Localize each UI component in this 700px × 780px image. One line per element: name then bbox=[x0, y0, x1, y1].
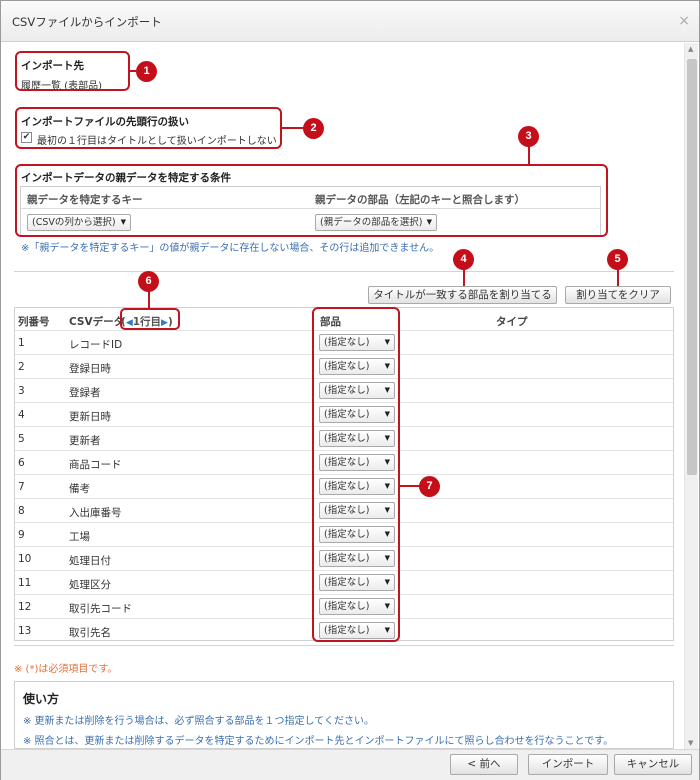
howto-line-1: ※ 更新または削除を行う場合は、必ず照合する部品を１つ指定してください。 bbox=[23, 716, 374, 727]
callout-box-2 bbox=[15, 107, 282, 149]
clear-assign-button[interactable]: 割り当てをクリア bbox=[565, 286, 671, 304]
col-no-cell: 11 bbox=[18, 577, 32, 589]
col-no-cell: 6 bbox=[18, 457, 25, 469]
section-divider bbox=[14, 645, 674, 646]
col-no-cell: 13 bbox=[18, 625, 32, 637]
callout-line-3 bbox=[528, 146, 530, 164]
cancel-button[interactable]: キャンセル bbox=[614, 754, 692, 775]
col-no-cell: 9 bbox=[18, 529, 25, 541]
parent-key-note: ※「親データを特定するキー」の値が親データに存在しない場合、その行は追加できませ… bbox=[21, 243, 440, 254]
col-no-cell: 7 bbox=[18, 481, 25, 493]
callout-box-7 bbox=[312, 307, 400, 642]
col-no-cell: 1 bbox=[18, 337, 25, 349]
col-no-header: 列番号 bbox=[18, 316, 50, 328]
back-button[interactable]: < 前へ bbox=[450, 754, 518, 775]
col-no-cell: 3 bbox=[18, 385, 25, 397]
callout-line-4 bbox=[463, 269, 465, 286]
scroll-down-icon[interactable]: ▼ bbox=[688, 739, 693, 747]
howto-panel: 使い方 ※ 更新または削除を行う場合は、必ず照合する部品を１つ指定してください。… bbox=[14, 681, 674, 749]
callout-line-5 bbox=[617, 269, 619, 286]
required-note: ※ (*)は必須項目です。 bbox=[14, 664, 118, 675]
dialog-footer: < 前へ インポート キャンセル bbox=[1, 749, 699, 780]
callout-line-2 bbox=[282, 127, 304, 129]
type-header: タイプ bbox=[496, 316, 528, 328]
vertical-scrollbar[interactable]: ▲ ▼ bbox=[684, 43, 698, 749]
col-no-cell: 2 bbox=[18, 361, 25, 373]
col-no-cell: 4 bbox=[18, 409, 25, 421]
callout-badge-3: 3 bbox=[518, 126, 539, 147]
col-no-cell: 8 bbox=[18, 505, 25, 517]
col-no-cell: 10 bbox=[18, 553, 32, 565]
callout-badge-7: 7 bbox=[419, 476, 440, 497]
dialog-title: CSVファイルからインポート bbox=[12, 15, 162, 29]
section-divider bbox=[14, 271, 674, 272]
import-dialog: CSVファイルからインポート × インポート先 履歴一覧 (表部品) インポート… bbox=[0, 0, 700, 780]
csv-data-cell: 取引先名 bbox=[69, 627, 111, 639]
callout-box-1 bbox=[15, 51, 130, 91]
csv-data-cell: 更新者 bbox=[69, 435, 101, 447]
assign-matching-button[interactable]: タイトルが一致する部品を割り当てる bbox=[368, 286, 557, 304]
import-button[interactable]: インポート bbox=[528, 754, 608, 775]
howto-title: 使い方 bbox=[23, 692, 60, 706]
scrollbar-thumb[interactable] bbox=[687, 59, 697, 475]
scroll-up-icon[interactable]: ▲ bbox=[688, 45, 693, 53]
csv-data-cell: レコードID bbox=[69, 339, 123, 351]
callout-badge-5: 5 bbox=[607, 249, 628, 270]
csv-data-cell: 工場 bbox=[69, 531, 90, 543]
col-no-cell: 5 bbox=[18, 433, 25, 445]
callout-line-7 bbox=[400, 485, 420, 487]
callout-line-6 bbox=[148, 291, 150, 308]
callout-badge-2: 2 bbox=[303, 118, 324, 139]
dialog-titlebar: CSVファイルからインポート × bbox=[1, 1, 699, 42]
csv-data-cell: 更新日時 bbox=[69, 411, 111, 423]
csv-data-cell: 処理区分 bbox=[69, 579, 111, 591]
csv-data-cell: 商品コード bbox=[69, 459, 122, 471]
howto-line-2: ※ 照合とは、更新または削除するデータを特定するためにインポート先とインポートフ… bbox=[23, 736, 614, 747]
callout-box-6 bbox=[120, 308, 180, 330]
csv-data-cell: 登録日時 bbox=[69, 363, 111, 375]
csv-data-cell: 取引先コード bbox=[69, 603, 132, 615]
callout-badge-6: 6 bbox=[138, 271, 159, 292]
csv-data-cell: 処理日付 bbox=[69, 555, 111, 567]
callout-box-3 bbox=[15, 164, 608, 237]
csv-data-header: CSVデータ bbox=[69, 316, 125, 328]
col-no-cell: 12 bbox=[18, 601, 32, 613]
callout-badge-1: 1 bbox=[136, 61, 157, 82]
csv-data-cell: 備考 bbox=[69, 483, 90, 495]
csv-data-cell: 入出庫番号 bbox=[69, 507, 122, 519]
close-icon[interactable]: × bbox=[678, 13, 690, 29]
callout-badge-4: 4 bbox=[453, 249, 474, 270]
csv-data-cell: 登録者 bbox=[69, 387, 101, 399]
